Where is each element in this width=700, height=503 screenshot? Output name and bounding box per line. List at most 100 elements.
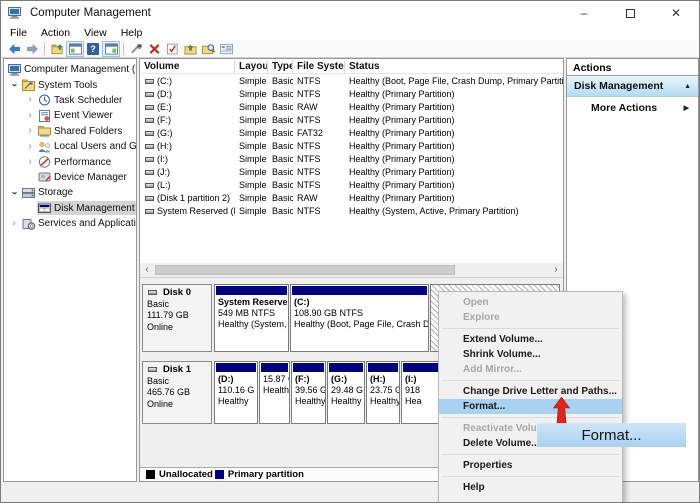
volume-row-e[interactable]: (E:)SimpleBasicRAWHealthy (Primary Parti…	[140, 100, 563, 113]
toolbar: ?	[1, 40, 699, 58]
chevron-collapsed-icon[interactable]: ›	[23, 95, 37, 105]
volume-row-c[interactable]: (C:)SimpleBasicNTFSHealthy (Boot, Page F…	[140, 74, 563, 87]
explore-button[interactable]	[199, 41, 217, 57]
volume-icon	[145, 183, 154, 188]
tree-item-device-manager[interactable]: Device Manager	[4, 170, 136, 185]
volume-fs: NTFS	[293, 180, 345, 190]
volume-row-j[interactable]: (J:)SimpleBasicNTFSHealthy (Primary Part…	[140, 165, 563, 178]
help-button[interactable]: ?	[84, 41, 102, 57]
menu-item-properties[interactable]: Properties	[439, 458, 622, 473]
scroll-left-icon[interactable]: ‹	[140, 263, 154, 277]
column-type[interactable]: Type	[268, 60, 293, 73]
console-tree-toggle[interactable]	[66, 41, 84, 57]
column-layout[interactable]: Layout	[235, 60, 268, 73]
actions-group-disk-management[interactable]: Disk Management ▲	[567, 76, 698, 97]
partition-g[interactable]: (G:)29.48 GHealthy	[327, 361, 365, 424]
tree-item-disk-management[interactable]: Disk Management	[4, 201, 136, 216]
tree-item-task-scheduler[interactable]: › Task Scheduler	[4, 93, 136, 108]
minimize-button[interactable]: –	[561, 1, 607, 25]
volume-row-disk1-partition2[interactable]: (Disk 1 partition 2)SimpleBasicRAWHealth…	[140, 191, 563, 204]
column-file-system[interactable]: File System	[293, 60, 345, 73]
tree-item-local-users-groups[interactable]: › Local Users and Groups	[4, 139, 136, 154]
open-button[interactable]	[181, 41, 199, 57]
disk-1-label[interactable]: Disk 1 Basic 465.76 GB Online	[142, 361, 212, 424]
partition-c[interactable]: (C:)108.90 GB NTFSHealthy (Boot, Page Fi…	[290, 284, 429, 352]
volume-row-l[interactable]: (L:)SimpleBasicNTFSHealthy (Primary Part…	[140, 178, 563, 191]
menu-action[interactable]: Action	[41, 27, 70, 39]
tree-item-performance[interactable]: › Performance	[4, 154, 136, 169]
menu-item-format[interactable]: Format...	[439, 399, 622, 414]
scrollbar-thumb[interactable]	[155, 265, 455, 275]
more-actions-item[interactable]: More Actions ▶	[567, 97, 698, 119]
close-button[interactable]: ✕	[653, 1, 699, 25]
chevron-expanded-icon[interactable]: ›	[9, 186, 19, 200]
disk-0-label[interactable]: Disk 0 Basic 111.79 GB Online	[142, 284, 212, 352]
volume-fs: NTFS	[293, 89, 345, 99]
chevron-collapsed-icon[interactable]: ›	[23, 157, 37, 167]
volume-row-g[interactable]: (G:)SimpleBasicFAT32Healthy (Primary Par…	[140, 126, 563, 139]
scroll-right-icon[interactable]: ›	[549, 263, 563, 277]
menu-item-change-drive-letter[interactable]: Change Drive Letter and Paths...	[439, 384, 622, 399]
check-box-icon	[166, 43, 179, 55]
menu-item-extend-volume[interactable]: Extend Volume...	[439, 332, 622, 347]
volume-row-h[interactable]: (H:)SimpleBasicNTFSHealthy (Primary Part…	[140, 139, 563, 152]
tree-item-storage[interactable]: › Storage	[4, 185, 136, 200]
delete-x-icon	[148, 43, 161, 55]
horizontal-scrollbar[interactable]: ‹ ›	[140, 263, 563, 277]
volume-status: Healthy (Primary Partition)	[345, 89, 563, 99]
menu-bar: File Action View Help	[1, 25, 699, 40]
collapse-icon[interactable]: ▲	[684, 83, 691, 90]
menu-help[interactable]: Help	[121, 27, 143, 39]
partition-d[interactable]: (D:)110.16 GHealthy	[214, 361, 258, 424]
tree-label: Task Scheduler	[54, 95, 122, 106]
tree-item-computer-management[interactable]: Computer Management (Local	[4, 62, 136, 77]
menu-item-add-mirror: Add Mirror...	[439, 362, 622, 377]
chevron-collapsed-icon[interactable]: ›	[23, 111, 37, 121]
up-folder-button[interactable]	[48, 41, 66, 57]
tree-item-system-tools[interactable]: › System Tools	[4, 77, 136, 92]
volume-row-system-reserved[interactable]: System Reserved (K:)SimpleBasicNTFSHealt…	[140, 204, 563, 217]
chevron-collapsed-icon[interactable]: ›	[23, 142, 37, 152]
volume-row-i[interactable]: (I:)SimpleBasicNTFSHealthy (Primary Part…	[140, 152, 563, 165]
maximize-button[interactable]	[607, 1, 653, 25]
tree-item-services-applications[interactable]: › Services and Applications	[4, 216, 136, 231]
volume-fs: NTFS	[293, 167, 345, 177]
partition-i[interactable]: (I:)918Hea	[401, 361, 441, 424]
partition-f[interactable]: (F:)39.56 GHealthy	[291, 361, 326, 424]
column-volume[interactable]: Volume	[140, 60, 235, 73]
partition-disk1-p2[interactable]: 15.87 GHealth	[259, 361, 290, 424]
partition-h[interactable]: (H:)23.75 GHealthy	[366, 361, 400, 424]
chevron-collapsed-icon[interactable]: ›	[7, 219, 21, 229]
volume-row-f[interactable]: (F:)SimpleBasicNTFSHealthy (Primary Part…	[140, 113, 563, 126]
title-bar: Computer Management – ✕	[1, 1, 699, 25]
menu-file[interactable]: File	[10, 27, 27, 39]
volume-name: (F:)	[140, 115, 235, 125]
column-status[interactable]: Status	[345, 60, 563, 73]
menu-item-help[interactable]: Help	[439, 480, 622, 495]
volume-row-d[interactable]: (D:)SimpleBasicNTFSHealthy (Primary Part…	[140, 87, 563, 100]
disk-kind: Basic	[147, 376, 211, 388]
disk-size: 111.79 GB	[147, 310, 211, 322]
menu-item-shrink-volume[interactable]: Shrink Volume...	[439, 347, 622, 362]
tree-item-event-viewer[interactable]: › Event Viewer	[4, 108, 136, 123]
volume-status: Healthy (Boot, Page File, Crash Dump, Pr…	[345, 76, 563, 86]
forward-button[interactable]	[23, 41, 41, 57]
tree-label: Device Manager	[54, 172, 127, 183]
device-manager-icon	[38, 171, 51, 183]
back-button[interactable]	[5, 41, 23, 57]
partition-system-reserve[interactable]: System Reserve549 MB NTFSHealthy (System…	[214, 284, 289, 352]
action-pane-toggle[interactable]	[102, 41, 120, 57]
chevron-collapsed-icon[interactable]: ›	[23, 126, 37, 136]
tree-label: Storage	[38, 187, 73, 198]
menu-view[interactable]: View	[84, 27, 107, 39]
volume-name: (I:)	[140, 154, 235, 164]
chevron-expanded-icon[interactable]: ›	[9, 78, 19, 92]
services-icon	[22, 218, 35, 230]
rescan-disks-button[interactable]	[127, 41, 145, 57]
console-tree-icon	[69, 43, 82, 55]
delete-button[interactable]	[145, 41, 163, 57]
tree-item-shared-folders[interactable]: › Shared Folders	[4, 124, 136, 139]
details-view-button[interactable]	[217, 41, 235, 57]
disk-size: 465.76 GB	[147, 387, 211, 399]
properties-check-button[interactable]	[163, 41, 181, 57]
